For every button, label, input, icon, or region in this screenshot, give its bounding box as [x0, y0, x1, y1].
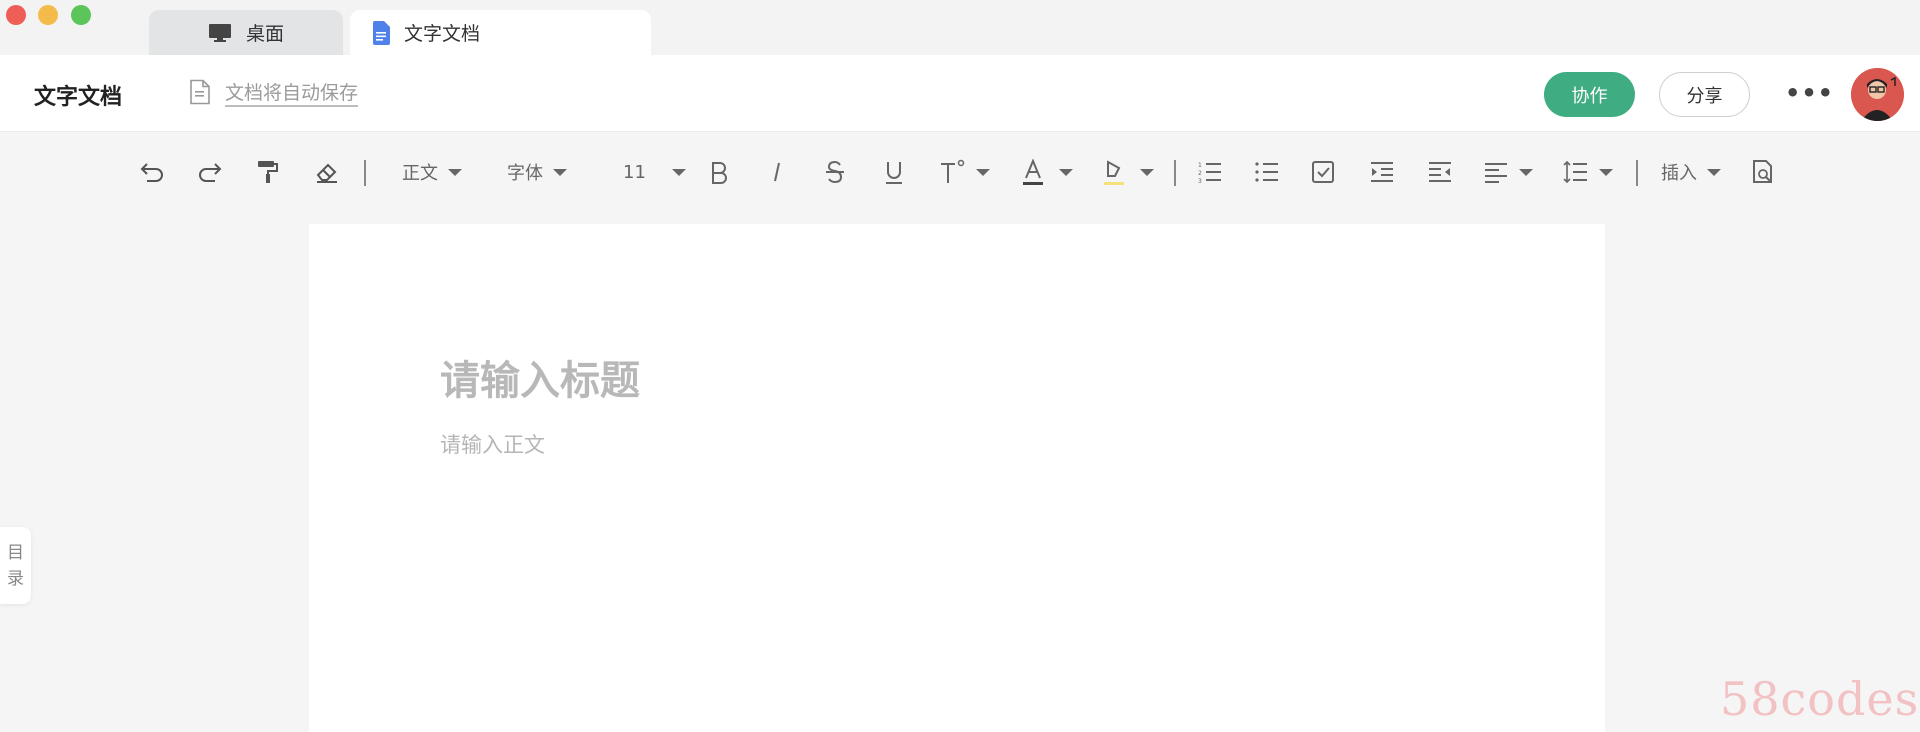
highlight-icon[interactable]	[1102, 150, 1154, 194]
chevron-down-icon	[1140, 168, 1154, 176]
insert-menu[interactable]: 插入	[1661, 150, 1721, 194]
chevron-down-icon	[976, 168, 990, 176]
more-options-icon[interactable]: •••	[1785, 81, 1834, 105]
chevron-down-icon	[448, 168, 462, 176]
font-size-value: 11	[623, 161, 646, 183]
bold-icon[interactable]	[709, 150, 729, 194]
outline-label-2: 录	[7, 568, 24, 589]
window-maximize-button[interactable]	[71, 5, 91, 25]
formatting-toolbar: 正文 字体 11 123 插入	[0, 150, 1920, 194]
italic-icon[interactable]	[768, 150, 786, 194]
toolbar-divider	[1174, 160, 1176, 186]
chevron-down-icon	[1519, 168, 1533, 176]
document-icon	[372, 20, 390, 45]
document-header: 文字文档 文档将自动保存 协作 分享 •••	[0, 55, 1920, 132]
ordered-list-icon[interactable]: 123	[1197, 150, 1223, 194]
chevron-down-icon	[1599, 168, 1613, 176]
chevron-down-icon	[1707, 168, 1721, 176]
font-family-select[interactable]: 字体	[507, 150, 567, 194]
collaborate-button[interactable]: 协作	[1544, 72, 1635, 117]
document-title: 文字文档	[34, 85, 123, 110]
autosave-label: 文档将自动保存	[225, 81, 359, 107]
font-size-select[interactable]: 11	[623, 150, 686, 194]
eraser-icon[interactable]	[314, 150, 340, 194]
tab-document[interactable]: 文字文档	[350, 10, 651, 55]
indent-icon[interactable]	[1369, 150, 1395, 194]
avatar[interactable]	[1851, 68, 1904, 121]
autosave-status: 文档将自动保存	[189, 79, 359, 109]
file-icon	[189, 79, 211, 109]
outline-toggle[interactable]: 目 录	[0, 527, 31, 604]
toolbar-divider	[1636, 160, 1638, 186]
font-family-value: 字体	[507, 163, 543, 184]
window-tab-bar: 桌面 文字文档	[0, 0, 1920, 55]
outdent-icon[interactable]	[1427, 150, 1453, 194]
align-icon[interactable]	[1483, 150, 1533, 194]
undo-icon[interactable]	[139, 150, 165, 194]
document-page[interactable]: 请输入标题 请输入正文	[309, 224, 1605, 732]
body-placeholder[interactable]: 请输入正文	[440, 429, 545, 459]
strikethrough-icon[interactable]	[824, 150, 846, 194]
superscript-icon[interactable]	[938, 150, 990, 194]
share-button[interactable]: 分享	[1659, 72, 1750, 117]
line-spacing-icon[interactable]	[1563, 150, 1613, 194]
underline-icon[interactable]	[883, 150, 905, 194]
outline-label-1: 目	[7, 542, 24, 563]
watermark: 58codes	[1720, 672, 1920, 726]
window-minimize-button[interactable]	[38, 5, 58, 25]
format-painter-icon[interactable]	[256, 150, 280, 194]
chevron-down-icon	[1059, 168, 1073, 176]
toolbar-divider	[364, 160, 366, 186]
paragraph-style-value: 正文	[402, 163, 438, 184]
svg-text:2: 2	[1198, 170, 1202, 177]
chevron-down-icon	[553, 168, 567, 176]
svg-text:1: 1	[1198, 162, 1202, 169]
font-color-icon[interactable]	[1021, 150, 1073, 194]
tab-desktop[interactable]: 桌面	[149, 10, 343, 55]
window-close-button[interactable]	[6, 5, 26, 25]
search-doc-icon[interactable]	[1751, 150, 1775, 194]
bullet-list-icon[interactable]	[1254, 150, 1280, 194]
redo-icon[interactable]	[197, 150, 223, 194]
chevron-down-icon	[671, 168, 686, 176]
checkbox-list-icon[interactable]	[1311, 150, 1335, 194]
svg-text:3: 3	[1198, 178, 1202, 184]
insert-label: 插入	[1661, 163, 1697, 184]
title-placeholder[interactable]: 请输入标题	[440, 348, 640, 406]
monitor-icon	[208, 23, 232, 43]
paragraph-style-select[interactable]: 正文	[402, 150, 462, 194]
tab-label: 桌面	[245, 23, 284, 45]
tab-label: 文字文档	[404, 23, 481, 45]
